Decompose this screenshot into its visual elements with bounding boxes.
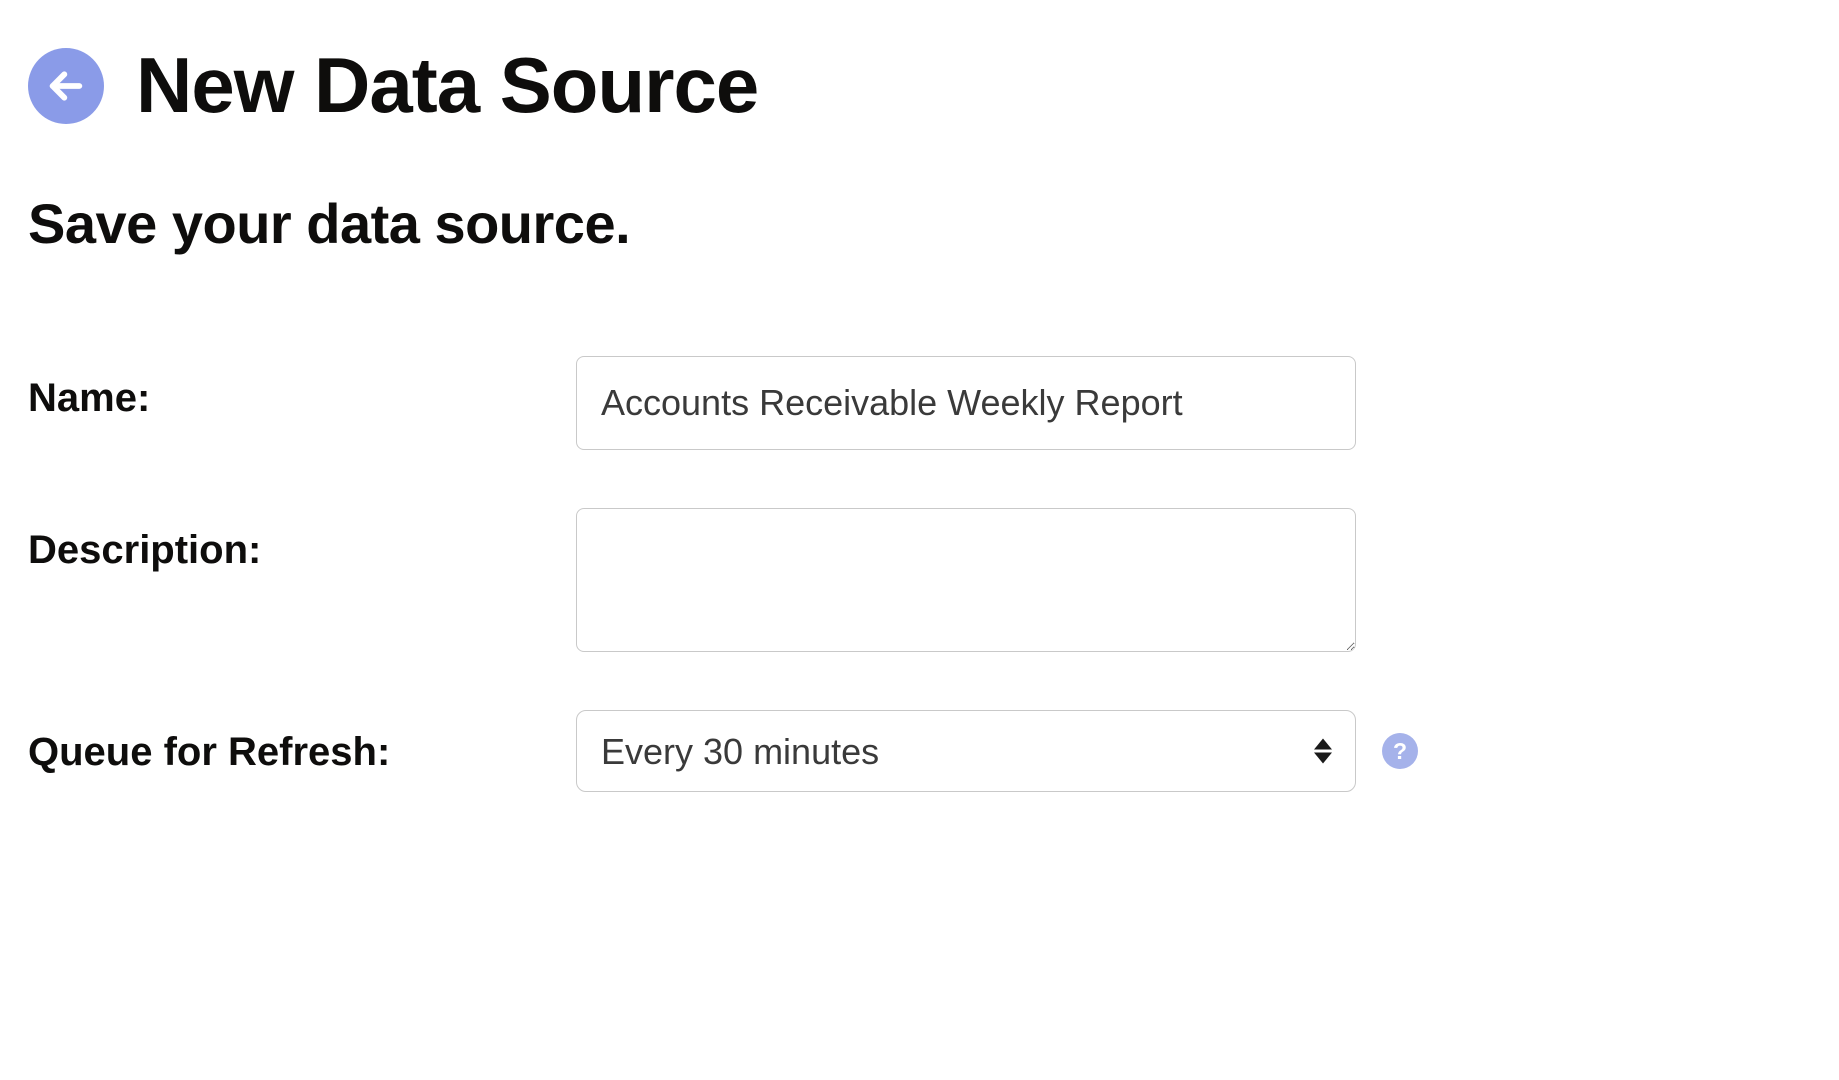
arrow-left-icon [46,66,86,106]
header-row: New Data Source [28,40,1811,131]
refresh-select[interactable]: Every 30 minutes [576,710,1356,792]
refresh-label: Queue for Refresh: [28,710,576,775]
refresh-select-container: Every 30 minutes ? [576,710,1418,792]
name-label: Name: [28,356,576,421]
form-row-description: Description: [28,508,1811,652]
page-title: New Data Source [136,40,758,131]
refresh-select-wrapper: Every 30 minutes [576,710,1356,792]
description-label: Description: [28,508,576,573]
name-input[interactable] [576,356,1356,450]
question-mark-icon: ? [1393,738,1407,765]
form-row-name: Name: [28,356,1811,450]
description-input[interactable] [576,508,1356,652]
form-row-refresh: Queue for Refresh: Every 30 minutes ? [28,710,1811,792]
page-subtitle: Save your data source. [28,191,1811,256]
back-button[interactable] [28,48,104,124]
refresh-help-button[interactable]: ? [1382,733,1418,769]
